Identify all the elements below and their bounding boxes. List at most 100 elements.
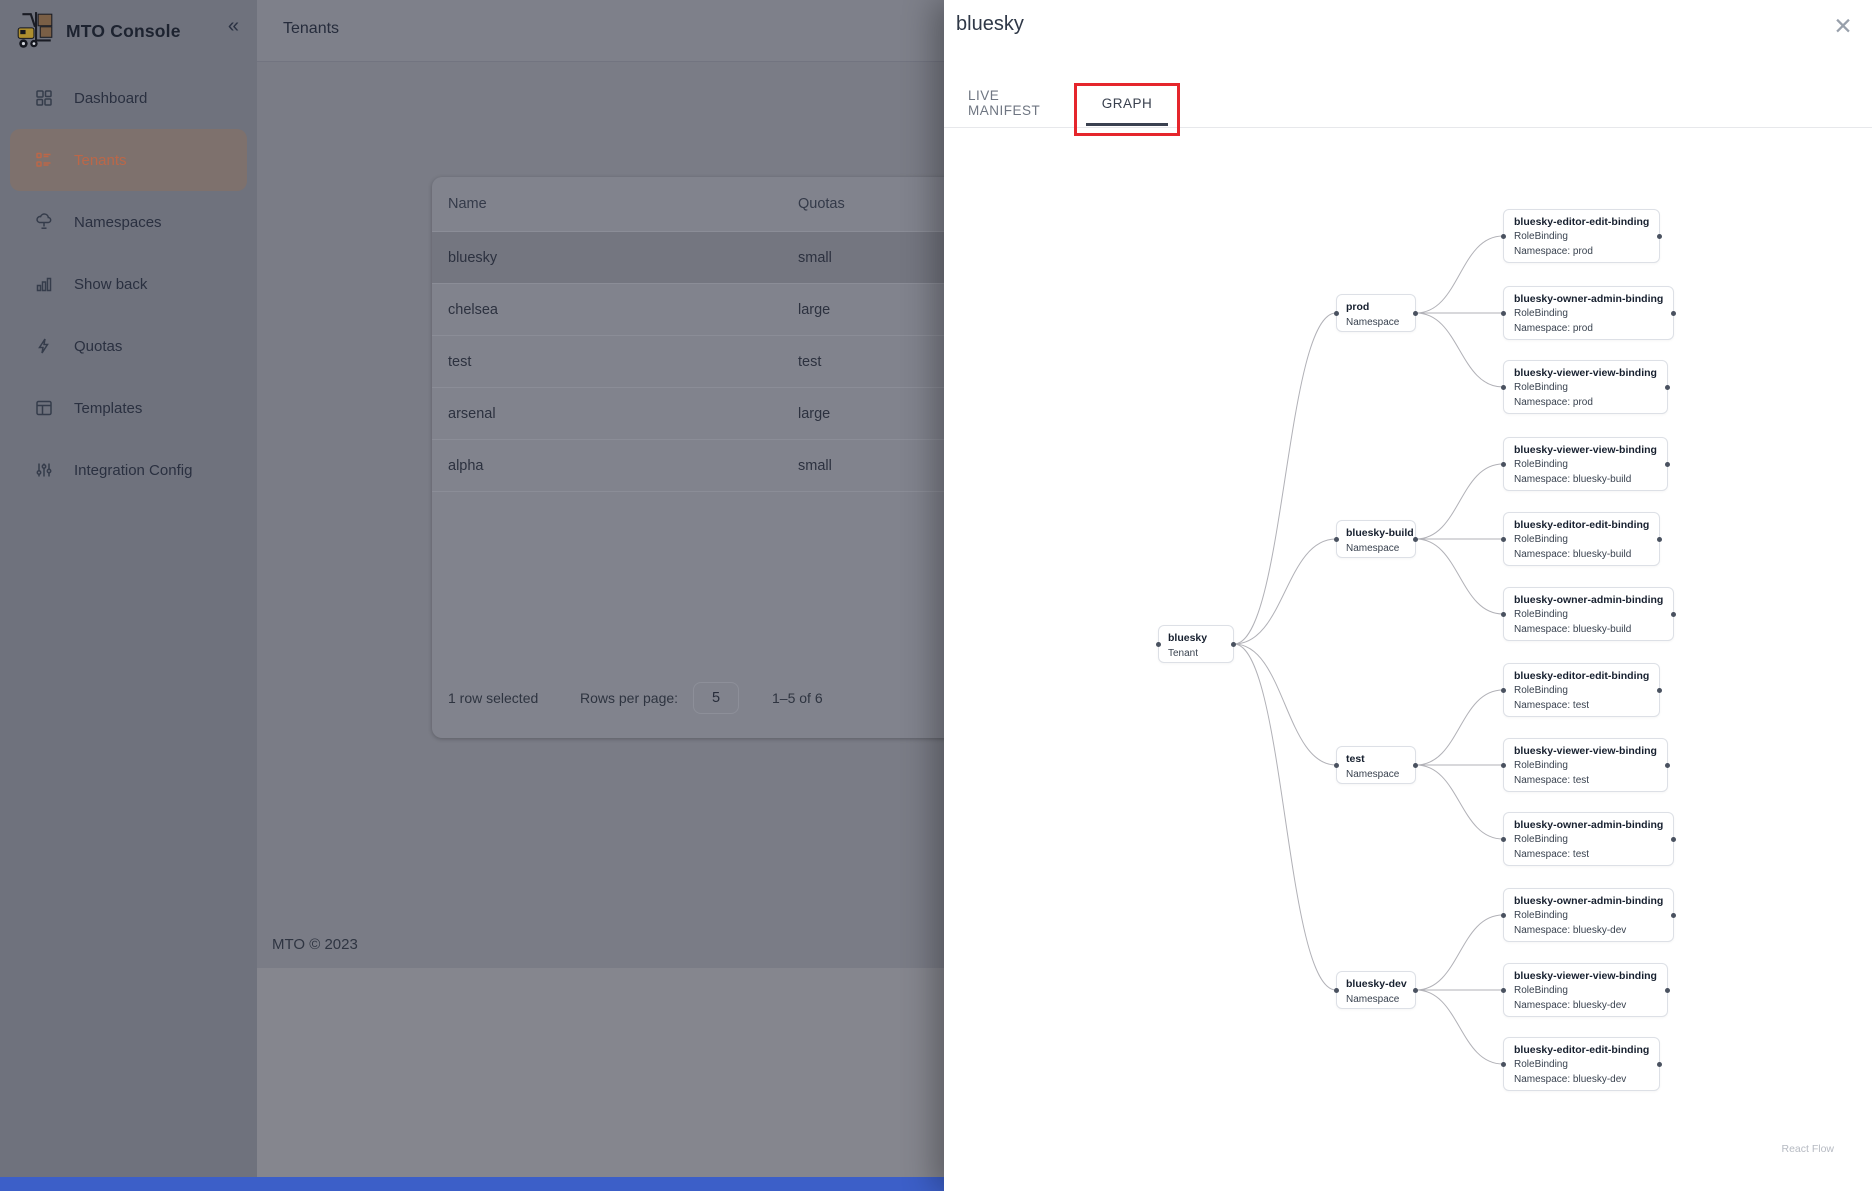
graph-node-rolebinding[interactable]: bluesky-owner-admin-binding RoleBinding … xyxy=(1503,286,1674,340)
graph-node-rolebinding[interactable]: bluesky-owner-admin-binding RoleBinding … xyxy=(1503,888,1674,942)
node-namespace: Namespace: bluesky-dev xyxy=(1514,924,1663,939)
bar-chart-icon xyxy=(34,274,54,294)
react-flow-attribution[interactable]: React Flow xyxy=(1781,1143,1834,1155)
sidebar-item-tenants[interactable]: Tenants xyxy=(10,129,247,191)
rows-per-page-select[interactable]: 5 xyxy=(693,682,739,714)
main-content: Name Quotas bluesky small chelsea large … xyxy=(257,62,944,1191)
node-title: bluesky-viewer-view-binding xyxy=(1514,969,1657,984)
tenants-table-card: Name Quotas bluesky small chelsea large … xyxy=(432,177,944,738)
templates-icon xyxy=(34,398,54,418)
node-title: bluesky-editor-edit-binding xyxy=(1514,518,1649,533)
copyright-text: MTO © 2023 xyxy=(272,936,358,953)
namespaces-icon xyxy=(34,212,54,232)
node-title: bluesky-build xyxy=(1346,526,1406,541)
graph-node-namespace-bluesky-dev[interactable]: bluesky-dev Namespace xyxy=(1336,971,1416,1009)
sidebar: MTO Console « Dashboard Tenants Namespac… xyxy=(0,0,257,1191)
sidebar-collapse-icon[interactable]: « xyxy=(228,16,239,36)
sidebar-item-show-back[interactable]: Show back xyxy=(10,253,247,315)
cell-name: bluesky xyxy=(432,250,782,266)
node-title: bluesky-owner-admin-binding xyxy=(1514,894,1663,909)
node-type: Namespace xyxy=(1346,767,1406,782)
forklift-logo-icon xyxy=(14,10,56,52)
sidebar-item-namespaces[interactable]: Namespaces xyxy=(10,191,247,253)
node-namespace: Namespace: prod xyxy=(1514,245,1649,260)
rows-per-page-label: Rows per page: xyxy=(580,690,678,706)
node-kind: RoleBinding xyxy=(1514,759,1657,774)
lightning-icon xyxy=(34,336,54,356)
table-row-chelsea[interactable]: chelsea large xyxy=(432,284,944,336)
node-title: bluesky-owner-admin-binding xyxy=(1514,593,1663,608)
node-namespace: Namespace: prod xyxy=(1514,322,1663,337)
node-kind: RoleBinding xyxy=(1514,381,1657,396)
graph-node-namespace-prod[interactable]: prod Namespace xyxy=(1336,294,1416,332)
node-title: test xyxy=(1346,752,1406,767)
node-kind: RoleBinding xyxy=(1514,909,1663,924)
table-row-arsenal[interactable]: arsenal large xyxy=(432,388,944,440)
app-title: MTO Console xyxy=(66,21,181,42)
tenants-icon xyxy=(34,150,54,170)
graph-node-rolebinding[interactable]: bluesky-viewer-view-binding RoleBinding … xyxy=(1503,963,1668,1017)
sidebar-item-label: Tenants xyxy=(74,152,127,169)
node-namespace: Namespace: test xyxy=(1514,774,1657,789)
cell-quota: large xyxy=(782,406,944,422)
cell-name: arsenal xyxy=(432,406,782,422)
graph-node-namespace-test[interactable]: test Namespace xyxy=(1336,746,1416,784)
table-row-alpha[interactable]: alpha small xyxy=(432,440,944,492)
node-kind: RoleBinding xyxy=(1514,458,1657,473)
horizontal-scrollbar[interactable] xyxy=(0,1177,944,1191)
graph-node-rolebinding[interactable]: bluesky-owner-admin-binding RoleBinding … xyxy=(1503,587,1674,641)
node-namespace: Namespace: bluesky-dev xyxy=(1514,999,1657,1014)
graph-node-rolebinding[interactable]: bluesky-owner-admin-binding RoleBinding … xyxy=(1503,812,1674,866)
node-title: bluesky-viewer-view-binding xyxy=(1514,366,1657,381)
graph-node-rolebinding[interactable]: bluesky-editor-edit-binding RoleBinding … xyxy=(1503,512,1660,566)
node-namespace: Namespace: test xyxy=(1514,848,1663,863)
tenant-detail-drawer: bluesky ✕ LIVE MANIFEST GRAPH xyxy=(944,0,1872,1191)
graph-node-tenant-bluesky[interactable]: bluesky Tenant xyxy=(1158,625,1234,663)
table-row-test[interactable]: test test xyxy=(432,336,944,388)
sidebar-item-dashboard[interactable]: Dashboard xyxy=(10,67,247,129)
dashboard-icon xyxy=(34,88,54,108)
sidebar-item-integration-config[interactable]: Integration Config xyxy=(10,439,247,501)
node-kind: RoleBinding xyxy=(1514,230,1649,245)
sidebar-item-label: Show back xyxy=(74,276,147,293)
node-title: bluesky xyxy=(1168,631,1224,646)
node-type: Tenant xyxy=(1168,646,1224,661)
node-kind: RoleBinding xyxy=(1514,307,1663,322)
graph-node-namespace-bluesky-build[interactable]: bluesky-build Namespace xyxy=(1336,520,1416,558)
graph-node-rolebinding[interactable]: bluesky-viewer-view-binding RoleBinding … xyxy=(1503,738,1668,792)
cell-name: test xyxy=(432,354,782,370)
node-title: bluesky-viewer-view-binding xyxy=(1514,443,1657,458)
table-header-row: Name Quotas xyxy=(432,177,944,232)
node-namespace: Namespace: test xyxy=(1514,699,1649,714)
node-type: Namespace xyxy=(1346,315,1406,330)
node-namespace: Namespace: bluesky-build xyxy=(1514,473,1657,488)
pagination-range-text: 1–5 of 6 xyxy=(772,690,823,706)
node-kind: RoleBinding xyxy=(1514,1058,1649,1073)
cell-name: alpha xyxy=(432,458,782,474)
sidebar-item-label: Templates xyxy=(74,400,142,417)
sidebar-item-quotas[interactable]: Quotas xyxy=(10,315,247,377)
cell-quota: small xyxy=(782,250,944,266)
node-title: bluesky-dev xyxy=(1346,977,1406,992)
graph-node-rolebinding[interactable]: bluesky-editor-edit-binding RoleBinding … xyxy=(1503,663,1660,717)
sliders-icon xyxy=(34,460,54,480)
node-namespace: Namespace: prod xyxy=(1514,396,1657,411)
sidebar-menu: Dashboard Tenants Namespaces Show back xyxy=(0,67,257,501)
graph-node-rolebinding[interactable]: bluesky-viewer-view-binding RoleBinding … xyxy=(1503,437,1668,491)
sidebar-item-templates[interactable]: Templates xyxy=(10,377,247,439)
node-kind: RoleBinding xyxy=(1514,608,1663,623)
graph-node-rolebinding[interactable]: bluesky-editor-edit-binding RoleBinding … xyxy=(1503,209,1660,263)
node-namespace: Namespace: bluesky-dev xyxy=(1514,1073,1649,1088)
graph-node-rolebinding[interactable]: bluesky-viewer-view-binding RoleBinding … xyxy=(1503,360,1668,414)
sidebar-header: MTO Console « xyxy=(0,0,257,62)
graph-node-rolebinding[interactable]: bluesky-editor-edit-binding RoleBinding … xyxy=(1503,1037,1660,1091)
graph-edges xyxy=(944,0,1872,1191)
node-type: Namespace xyxy=(1346,992,1406,1007)
table-row-bluesky[interactable]: bluesky small xyxy=(432,232,944,284)
page-title: Tenants xyxy=(283,20,339,38)
node-title: bluesky-editor-edit-binding xyxy=(1514,669,1649,684)
node-namespace: Namespace: bluesky-build xyxy=(1514,623,1663,638)
node-title: bluesky-editor-edit-binding xyxy=(1514,1043,1649,1058)
rows-selected-text: 1 row selected xyxy=(448,690,538,706)
node-title: prod xyxy=(1346,300,1406,315)
